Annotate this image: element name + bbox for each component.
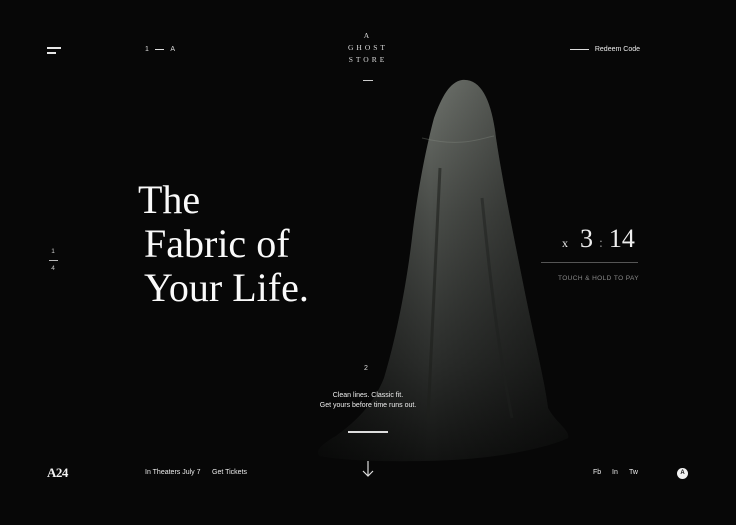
top-pager: 1 A [145,46,176,53]
caption-line-2: Get yours before time runs out. [319,402,417,409]
facebook-link[interactable]: Fb [593,469,601,476]
a24-badge-icon[interactable]: A [677,468,688,479]
release-date-text: In Theaters July 7 [145,469,201,476]
arrow-down-icon[interactable] [361,460,375,478]
timer-separator: : [599,236,603,251]
side-pager: 1 4 [48,248,58,272]
side-pager-current: 1 [51,248,55,255]
side-pager-total: 4 [51,265,55,272]
timer-prefix: x [562,236,568,250]
top-pager-dash [155,49,165,50]
redeem-line [569,48,589,51]
touch-hold-pay-button[interactable]: TOUCH & HOLD TO PAY [541,275,639,282]
headline-line-1: The [138,177,201,222]
product-caption: Clean lines. Classic fit. Get yours befo… [308,391,428,411]
store-logo[interactable]: A GHOST STORE [318,30,418,66]
twitter-link[interactable]: Tw [629,469,638,476]
logo-line-2: GHOST [347,43,388,52]
headline-line-2: Fabric of [144,221,290,266]
redeem-code-link[interactable]: Redeem Code [569,46,640,53]
hamburger-menu-icon[interactable] [47,46,63,56]
a24-logo[interactable]: A24 [47,465,68,481]
caption-line-1: Clean lines. Classic fit. [332,392,404,399]
instagram-link[interactable]: In [612,469,618,476]
countdown-timer: x 3 : 14 [562,224,635,254]
hero-headline: The Fabric of Your Life. [138,178,309,310]
timer-seconds: 14 [608,224,635,253]
headline-line-3: Your Life. [144,265,309,310]
timer-divider [541,262,638,263]
redeem-label: Redeem Code [594,46,640,53]
logo-line-3: STORE [348,55,388,64]
logo-line-1: A [363,31,373,40]
caption-divider [348,431,388,433]
top-pager-next[interactable]: A [170,46,175,53]
side-pager-divider [48,260,58,261]
get-tickets-link[interactable]: Get Tickets [212,469,247,476]
top-pager-current: 1 [145,46,150,53]
timer-minutes: 3 [580,224,593,253]
step-number: 2 [364,365,368,372]
ghost-figure-image [317,79,569,462]
